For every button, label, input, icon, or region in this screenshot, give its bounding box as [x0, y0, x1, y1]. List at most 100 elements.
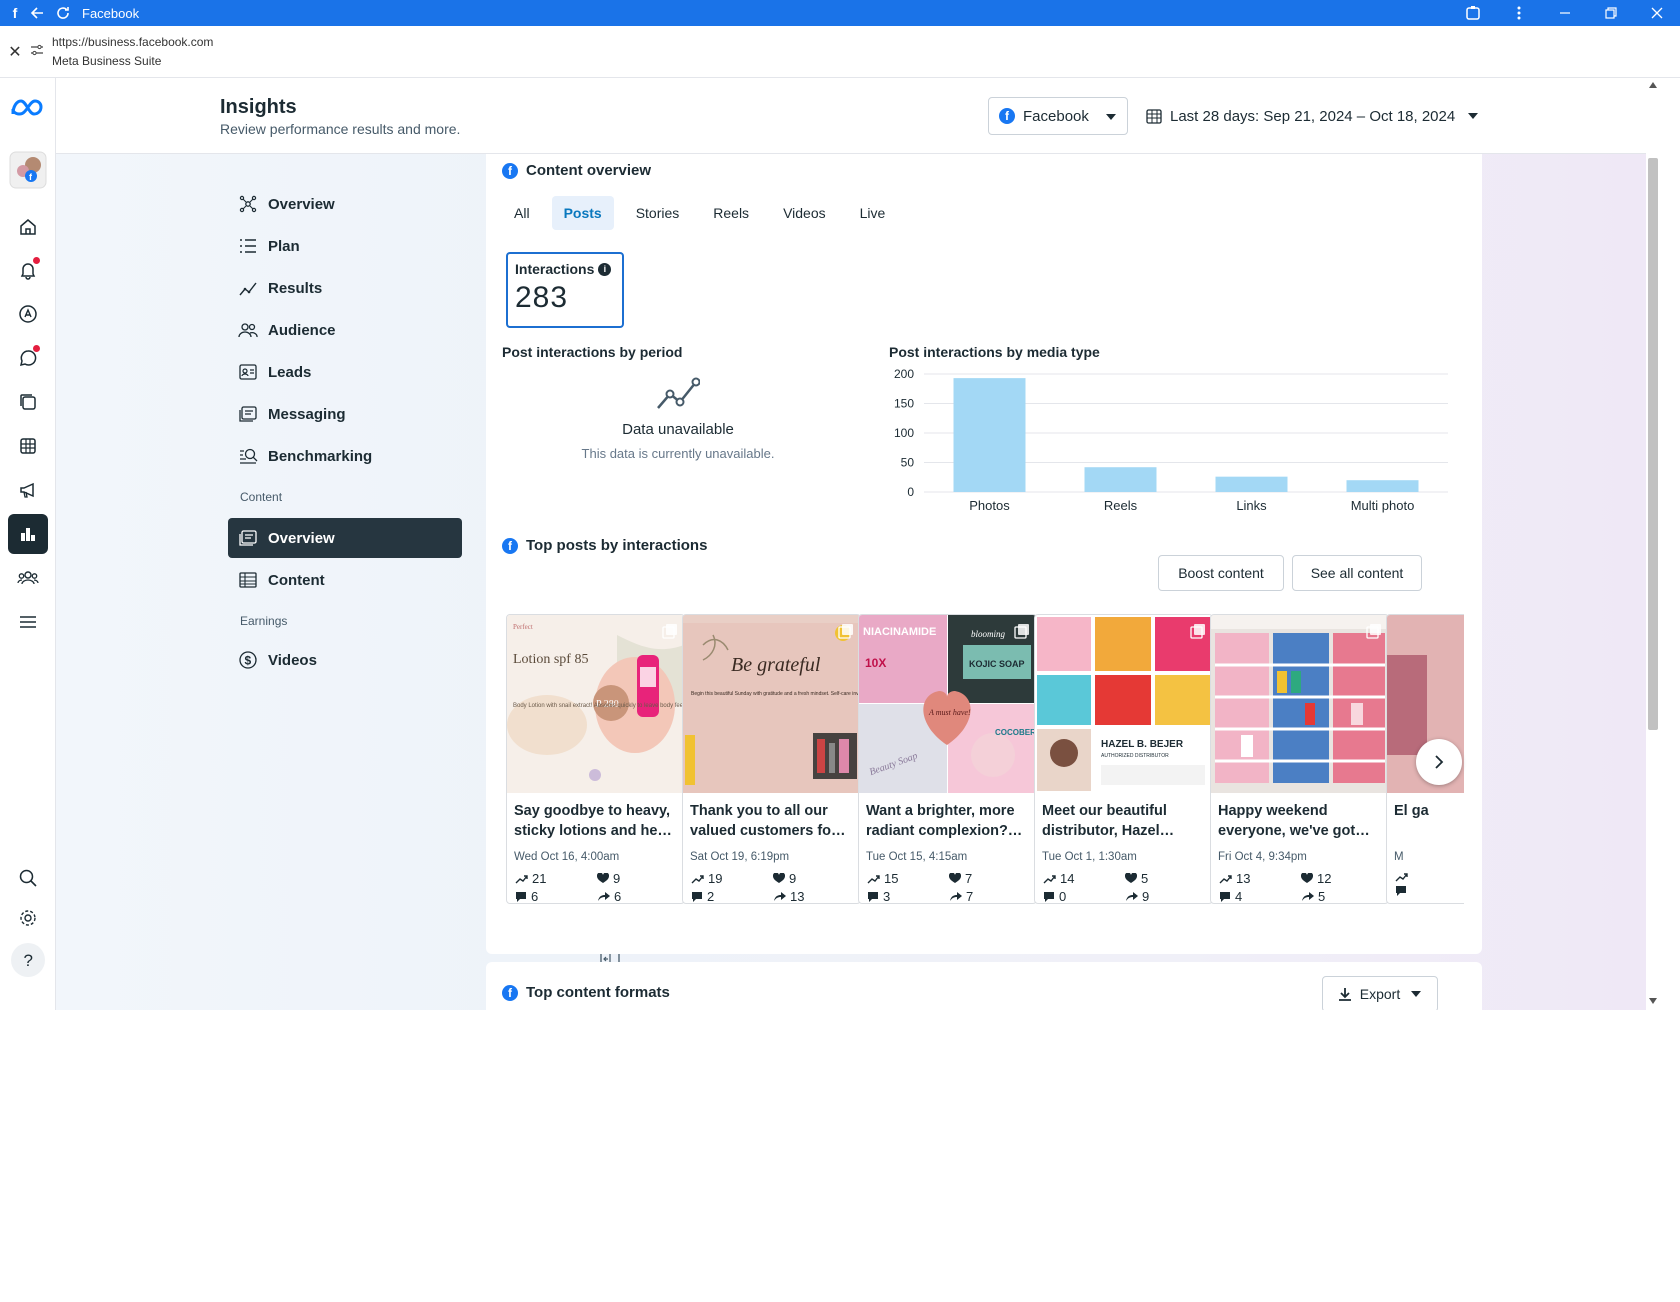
by-media-title: Post interactions by media type — [889, 344, 1100, 360]
more-menu-icon[interactable] — [1496, 0, 1542, 26]
nav-content[interactable]: Content — [228, 560, 462, 600]
ads-icon[interactable] — [8, 294, 48, 334]
boost-content-button[interactable]: Boost content — [1158, 555, 1284, 591]
interactions-metric-card[interactable]: Interactions i 283 — [506, 252, 624, 328]
tab-stories[interactable]: Stories — [624, 196, 692, 230]
back-icon[interactable] — [24, 0, 50, 26]
minimize-icon[interactable] — [1542, 0, 1588, 26]
bar-multi-photo[interactable] — [1346, 480, 1419, 492]
close-window-icon[interactable] — [1634, 0, 1680, 26]
restore-icon[interactable] — [1588, 0, 1634, 26]
meta-logo-icon[interactable] — [8, 88, 48, 128]
bar-photos[interactable] — [953, 378, 1026, 492]
home-icon[interactable] — [8, 207, 48, 247]
tab-videos[interactable]: Videos — [771, 196, 838, 230]
post-thumbnail[interactable]: Be grateful Begin this beautiful Sunday … — [683, 615, 860, 793]
caret-down-icon — [1410, 990, 1422, 998]
nav-benchmarking[interactable]: Benchmarking — [228, 436, 462, 476]
nav-label: Results — [268, 279, 323, 297]
thumb-text: Body Lotion with snail extract! Absorbs … — [513, 703, 684, 709]
settings-gear-icon[interactable] — [8, 898, 48, 938]
post-thumbnail[interactable]: Perfect Lotion spf 85 P 280 Body Lotion … — [507, 615, 684, 793]
nav-label: Messaging — [268, 405, 346, 423]
x-tick-label: Reels — [1104, 498, 1138, 513]
export-button[interactable]: Export — [1322, 976, 1438, 1010]
scrollbar-thumb[interactable] — [1648, 158, 1658, 730]
reload-icon[interactable] — [50, 0, 76, 26]
top-posts-carousel: Perfect Lotion spf 85 P 280 Body Lotion … — [506, 614, 1464, 904]
post-card[interactable]: HAZEL B. BEJER AUTHORIZED DISTRIBUTOR Me… — [1034, 614, 1213, 904]
url-text: https://business.facebook.com — [52, 34, 214, 49]
megaphone-icon[interactable] — [8, 470, 48, 510]
line-chart-icon — [502, 376, 854, 417]
planner-icon[interactable] — [8, 426, 48, 466]
nav-leads[interactable]: Leads — [228, 352, 462, 392]
share-icon — [1302, 892, 1314, 901]
post-date: Tue Oct 1, 1:30am — [1042, 851, 1137, 863]
likes-value: 12 — [1317, 871, 1332, 886]
content-icon[interactable] — [8, 382, 48, 422]
by-period-title: Post interactions by period — [502, 344, 683, 360]
url-info[interactable]: https://business.facebook.com Meta Busin… — [52, 33, 213, 71]
tab-posts[interactable]: Posts — [551, 196, 614, 230]
x-tick-label: Links — [1236, 498, 1267, 513]
nav-content-overview[interactable]: Overview — [228, 518, 462, 558]
scroll-down-icon[interactable] — [1649, 998, 1657, 1004]
all-tools-people-icon[interactable] — [8, 558, 48, 598]
url-bar: ✕ https://business.facebook.com Meta Bus… — [0, 26, 1680, 78]
nav-label: Benchmarking — [268, 447, 373, 465]
post-card[interactable]: Happy weekend everyone, we've got… Fri O… — [1210, 614, 1389, 904]
likes-stat: 9 — [773, 871, 853, 886]
info-icon[interactable]: i — [598, 262, 612, 276]
see-all-content-button[interactable]: See all content — [1292, 555, 1422, 591]
metric-value: 283 — [515, 281, 569, 314]
carousel-next-button[interactable] — [1416, 739, 1462, 785]
help-icon[interactable]: ? — [8, 940, 48, 980]
tab-all[interactable]: All — [502, 196, 542, 230]
bar-links[interactable] — [1215, 476, 1288, 492]
nav-messaging[interactable]: Messaging — [228, 394, 462, 434]
post-card[interactable]: Perfect Lotion spf 85 P 280 Body Lotion … — [506, 614, 685, 904]
post-thumbnail[interactable]: NIACINAMIDE 10X blooming KOJIC SOAP A mu… — [859, 615, 1036, 793]
post-thumbnail[interactable]: HAZEL B. BEJER AUTHORIZED DISTRIBUTOR — [1035, 615, 1212, 793]
menu-icon[interactable] — [8, 602, 48, 642]
reach-stat: 21 — [515, 871, 597, 886]
insights-icon[interactable] — [8, 514, 48, 554]
nav-label: Plan — [268, 237, 300, 255]
heart-icon — [949, 873, 961, 883]
nav-videos[interactable]: $ Videos — [228, 640, 462, 680]
nav-results[interactable]: Results — [228, 268, 462, 308]
business-suite-app: f ? Insights Review performance results … — [0, 78, 1680, 1010]
site-settings-icon[interactable] — [30, 43, 50, 61]
comment-icon — [1220, 892, 1230, 902]
tab-live[interactable]: Live — [848, 196, 898, 230]
post-card[interactable]: NIACINAMIDE 10X blooming KOJIC SOAP A mu… — [858, 614, 1037, 904]
notifications-icon[interactable] — [8, 250, 48, 290]
bar-reels[interactable] — [1084, 467, 1157, 492]
nav-plan[interactable]: Plan — [228, 226, 462, 266]
scroll-up-icon[interactable] — [1649, 82, 1657, 88]
extensions-icon[interactable] — [1450, 0, 1496, 26]
search-icon[interactable] — [8, 858, 48, 898]
plan-icon — [238, 236, 258, 256]
page-avatar[interactable]: f — [8, 150, 48, 190]
likes-value: 7 — [965, 871, 973, 886]
page-scrollbar[interactable] — [1646, 78, 1660, 1010]
nav-label: Leads — [268, 363, 312, 381]
date-range-select[interactable]: Last 28 days: Sep 21, 2024 – Oct 18, 202… — [1146, 97, 1479, 135]
post-stats: 19 9 2 13 — [683, 863, 860, 904]
multi-photo-icon — [662, 623, 678, 639]
post-card[interactable]: Be grateful Begin this beautiful Sunday … — [682, 614, 861, 904]
nav-audience[interactable]: Audience — [228, 310, 462, 350]
post-thumbnail[interactable] — [1211, 615, 1388, 793]
nav-overview[interactable]: Overview — [228, 184, 462, 224]
y-tick-label: 50 — [901, 456, 915, 470]
platform-select[interactable]: f Facebook — [988, 97, 1128, 135]
close-icon[interactable]: ✕ — [0, 42, 30, 62]
shares-value: 13 — [790, 889, 805, 904]
tab-reels[interactable]: Reels — [701, 196, 761, 230]
inbox-icon[interactable] — [8, 338, 48, 378]
top-formats-title: f Top content formats — [502, 984, 670, 1001]
post-stats: 21 9 6 6 — [507, 863, 684, 903]
platform-label: Facebook — [1023, 107, 1089, 125]
